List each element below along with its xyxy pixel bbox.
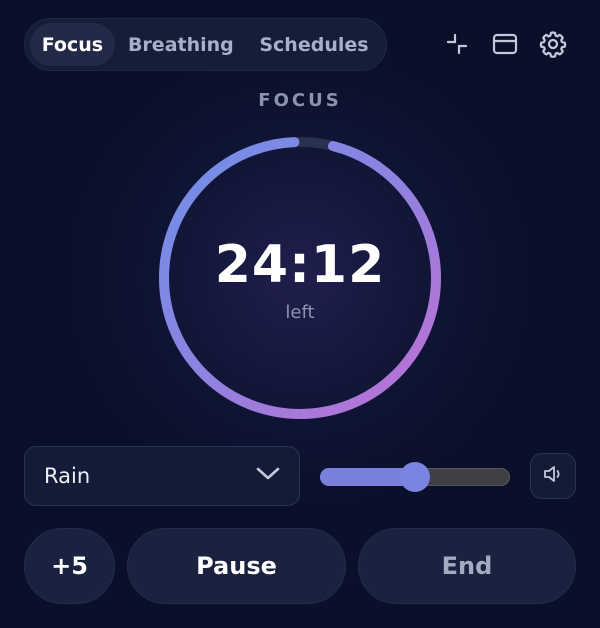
add-five-minutes-button[interactable]: +5 [24,528,115,604]
volume-slider-thumb[interactable] [400,462,430,492]
sound-select-value: Rain [44,464,91,488]
time-remaining: 24:12 [214,235,386,295]
sound-select[interactable]: Rain [24,446,300,506]
window-icon[interactable] [489,28,521,60]
tab-breathing[interactable]: Breathing [115,23,247,66]
tab-focus[interactable]: Focus [30,23,115,66]
chevron-down-icon [255,466,281,486]
mode-label: FOCUS [258,90,342,111]
collapse-icon[interactable] [441,28,473,60]
volume-slider[interactable] [320,462,510,492]
mode-tabs: Focus Breathing Schedules [24,18,387,71]
end-button[interactable]: End [358,528,576,604]
pause-button[interactable]: Pause [127,528,346,604]
timer-ring: 24:12 left [157,135,443,421]
tab-schedules[interactable]: Schedules [247,23,381,66]
volume-button[interactable] [530,453,576,499]
speaker-icon [542,463,564,489]
focus-timer-app: Focus Breathing Schedules FOCUS 24:12 le… [0,0,600,628]
time-remaining-label: left [285,302,315,323]
gear-icon[interactable] [537,28,569,60]
